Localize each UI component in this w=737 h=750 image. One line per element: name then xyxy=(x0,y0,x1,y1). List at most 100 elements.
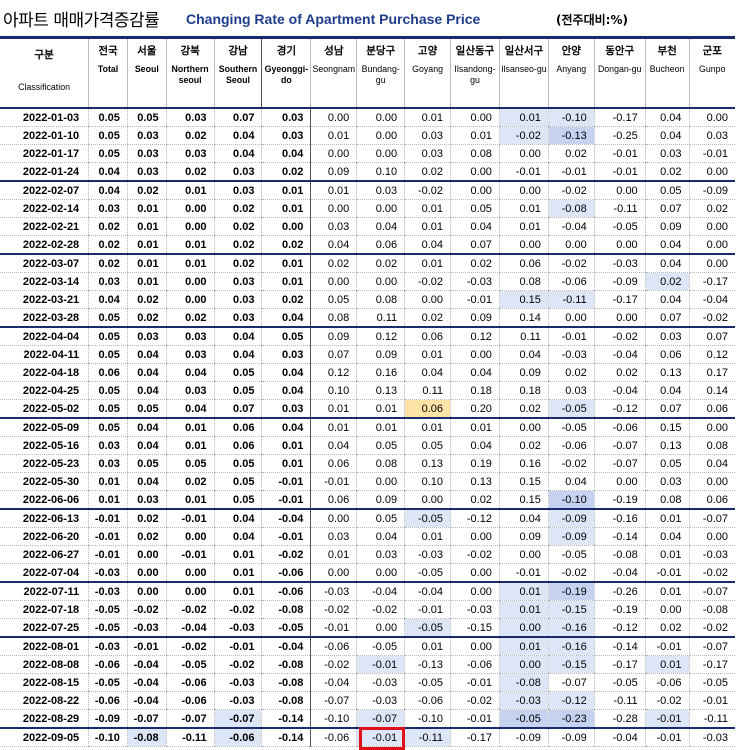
row-date: 2022-02-28 xyxy=(0,235,89,255)
page-title-korean: 아파트 매매가격증감률 xyxy=(3,11,160,31)
table-row: 2022-04-04 0.05 0.03 0.03 0.04 0.05 0.09 0.12 0.… xyxy=(0,326,735,346)
row-date: 2022-01-10 xyxy=(0,126,89,145)
value-cell: 0.04 xyxy=(261,308,311,328)
value-cell: -0.01 xyxy=(593,162,646,182)
value-cell: -0.01 xyxy=(498,563,549,583)
value-cell: 0.05 xyxy=(88,126,128,145)
row-date: 2022-01-17 xyxy=(0,144,89,163)
value-cell: 0.03 xyxy=(356,545,405,564)
column-header-korean: 경기 xyxy=(276,45,297,57)
value-cell: 0.00 xyxy=(404,290,451,309)
table-row: 2022-07-04 -0.03 0.00 0.00 0.01 -0.06 0.00 0.00… xyxy=(0,563,735,583)
value-cell: 0.13 xyxy=(644,363,690,382)
value-cell: 0.00 xyxy=(450,527,500,546)
value-cell: 0.02 xyxy=(593,363,646,382)
value-cell: 0.20 xyxy=(450,399,500,419)
value-cell: 0.08 xyxy=(310,308,357,328)
value-cell: 0.01 xyxy=(126,199,167,218)
value-cell: -0.01 xyxy=(688,144,735,163)
value-cell: 0.00 xyxy=(310,199,357,218)
value-cell: 0.03 xyxy=(356,180,405,200)
column-header-korean: 부천 xyxy=(657,45,677,57)
column-header-10: 일산서구 Ilsanseo-gu xyxy=(498,36,549,109)
value-cell: -0.01 xyxy=(165,508,215,528)
value-cell: -0.07 xyxy=(547,673,595,692)
row-date: 2022-03-21 xyxy=(0,290,89,309)
value-cell: -0.05 xyxy=(261,618,311,638)
value-cell: 0.08 xyxy=(498,272,549,291)
value-cell: -0.06 xyxy=(88,655,128,674)
value-cell: -0.07 xyxy=(213,709,262,729)
value-cell: 0.00 xyxy=(688,253,735,273)
value-cell: 0.06 xyxy=(310,454,357,473)
value-cell: 0.01 xyxy=(644,655,690,674)
value-cell: -0.06 xyxy=(547,272,595,291)
value-cell: 0.03 xyxy=(165,326,215,346)
value-cell: -0.12 xyxy=(547,691,595,710)
value-cell: 0.06 xyxy=(644,345,690,364)
column-header-2: 서울 Seoul xyxy=(126,36,167,109)
value-cell: 0.00 xyxy=(547,235,595,255)
value-cell: -0.02 xyxy=(165,600,215,619)
value-cell: 0.01 xyxy=(498,199,549,218)
value-cell: 0.03 xyxy=(165,108,215,127)
value-cell: -0.14 xyxy=(593,527,646,546)
row-date: 2022-04-11 xyxy=(0,345,89,364)
value-cell: 0.04 xyxy=(88,162,128,182)
value-cell: 0.00 xyxy=(165,199,215,218)
value-cell: 0.06 xyxy=(356,235,405,255)
value-cell: -0.09 xyxy=(688,180,735,200)
value-cell: -0.11 xyxy=(547,290,595,309)
value-cell: -0.01 xyxy=(88,527,128,546)
value-cell: 0.00 xyxy=(498,655,549,674)
value-cell: 0.01 xyxy=(165,417,215,437)
row-date: 2022-03-14 xyxy=(0,272,89,291)
row-date: 2022-08-22 xyxy=(0,691,89,710)
value-cell: 0.10 xyxy=(404,472,451,491)
value-cell: 0.08 xyxy=(356,454,405,473)
value-cell: 0.04 xyxy=(213,144,262,163)
value-cell: 0.01 xyxy=(404,253,451,273)
value-cell: -0.16 xyxy=(547,618,595,638)
table-row: 2022-04-11 0.05 0.04 0.03 0.04 0.03 0.07 0.09 0.… xyxy=(0,345,735,364)
table-row: 2022-02-14 0.03 0.01 0.00 0.02 0.01 0.00 0.00 0.… xyxy=(0,199,735,218)
value-cell: 0.02 xyxy=(213,235,262,255)
value-cell: -0.02 xyxy=(450,545,500,564)
value-cell: 0.03 xyxy=(88,199,128,218)
value-cell: 0.01 xyxy=(88,472,128,491)
value-cell: 0.18 xyxy=(450,381,500,400)
value-cell: -0.05 xyxy=(547,545,595,564)
row-date: 2022-08-01 xyxy=(0,636,89,656)
row-date: 2022-08-08 xyxy=(0,655,89,674)
value-cell: -0.02 xyxy=(310,600,357,619)
value-cell: 0.04 xyxy=(498,508,549,528)
value-cell: -0.01 xyxy=(310,618,357,638)
value-cell: -0.05 xyxy=(404,508,451,528)
value-cell: 0.06 xyxy=(498,253,549,273)
value-cell: 0.04 xyxy=(450,363,500,382)
row-date: 2022-03-07 xyxy=(0,253,89,273)
value-cell: 0.00 xyxy=(310,272,357,291)
value-cell: -0.12 xyxy=(450,508,500,528)
value-cell: 0.00 xyxy=(688,217,735,236)
value-cell: 0.14 xyxy=(688,381,735,400)
value-cell: -0.06 xyxy=(593,417,646,437)
value-cell: 0.10 xyxy=(356,162,405,182)
value-cell: -0.02 xyxy=(404,180,451,200)
row-date: 2022-06-06 xyxy=(0,490,89,510)
value-cell: 0.15 xyxy=(498,490,549,510)
value-cell: -0.02 xyxy=(547,454,595,473)
value-cell: -0.04 xyxy=(593,345,646,364)
value-cell: 0.09 xyxy=(356,345,405,364)
value-cell: -0.01 xyxy=(644,727,690,747)
value-cell: 0.05 xyxy=(88,399,128,419)
column-header-korean: 강남 xyxy=(228,45,248,57)
value-cell: 0.04 xyxy=(404,235,451,255)
value-cell: -0.01 xyxy=(498,162,549,182)
value-cell: 0.00 xyxy=(688,417,735,437)
value-cell: 0.02 xyxy=(498,399,549,419)
value-cell: -0.17 xyxy=(688,655,735,674)
value-cell: 0.05 xyxy=(213,381,262,400)
value-cell: 0.02 xyxy=(644,162,690,182)
column-header-korean: 성남 xyxy=(324,45,344,57)
